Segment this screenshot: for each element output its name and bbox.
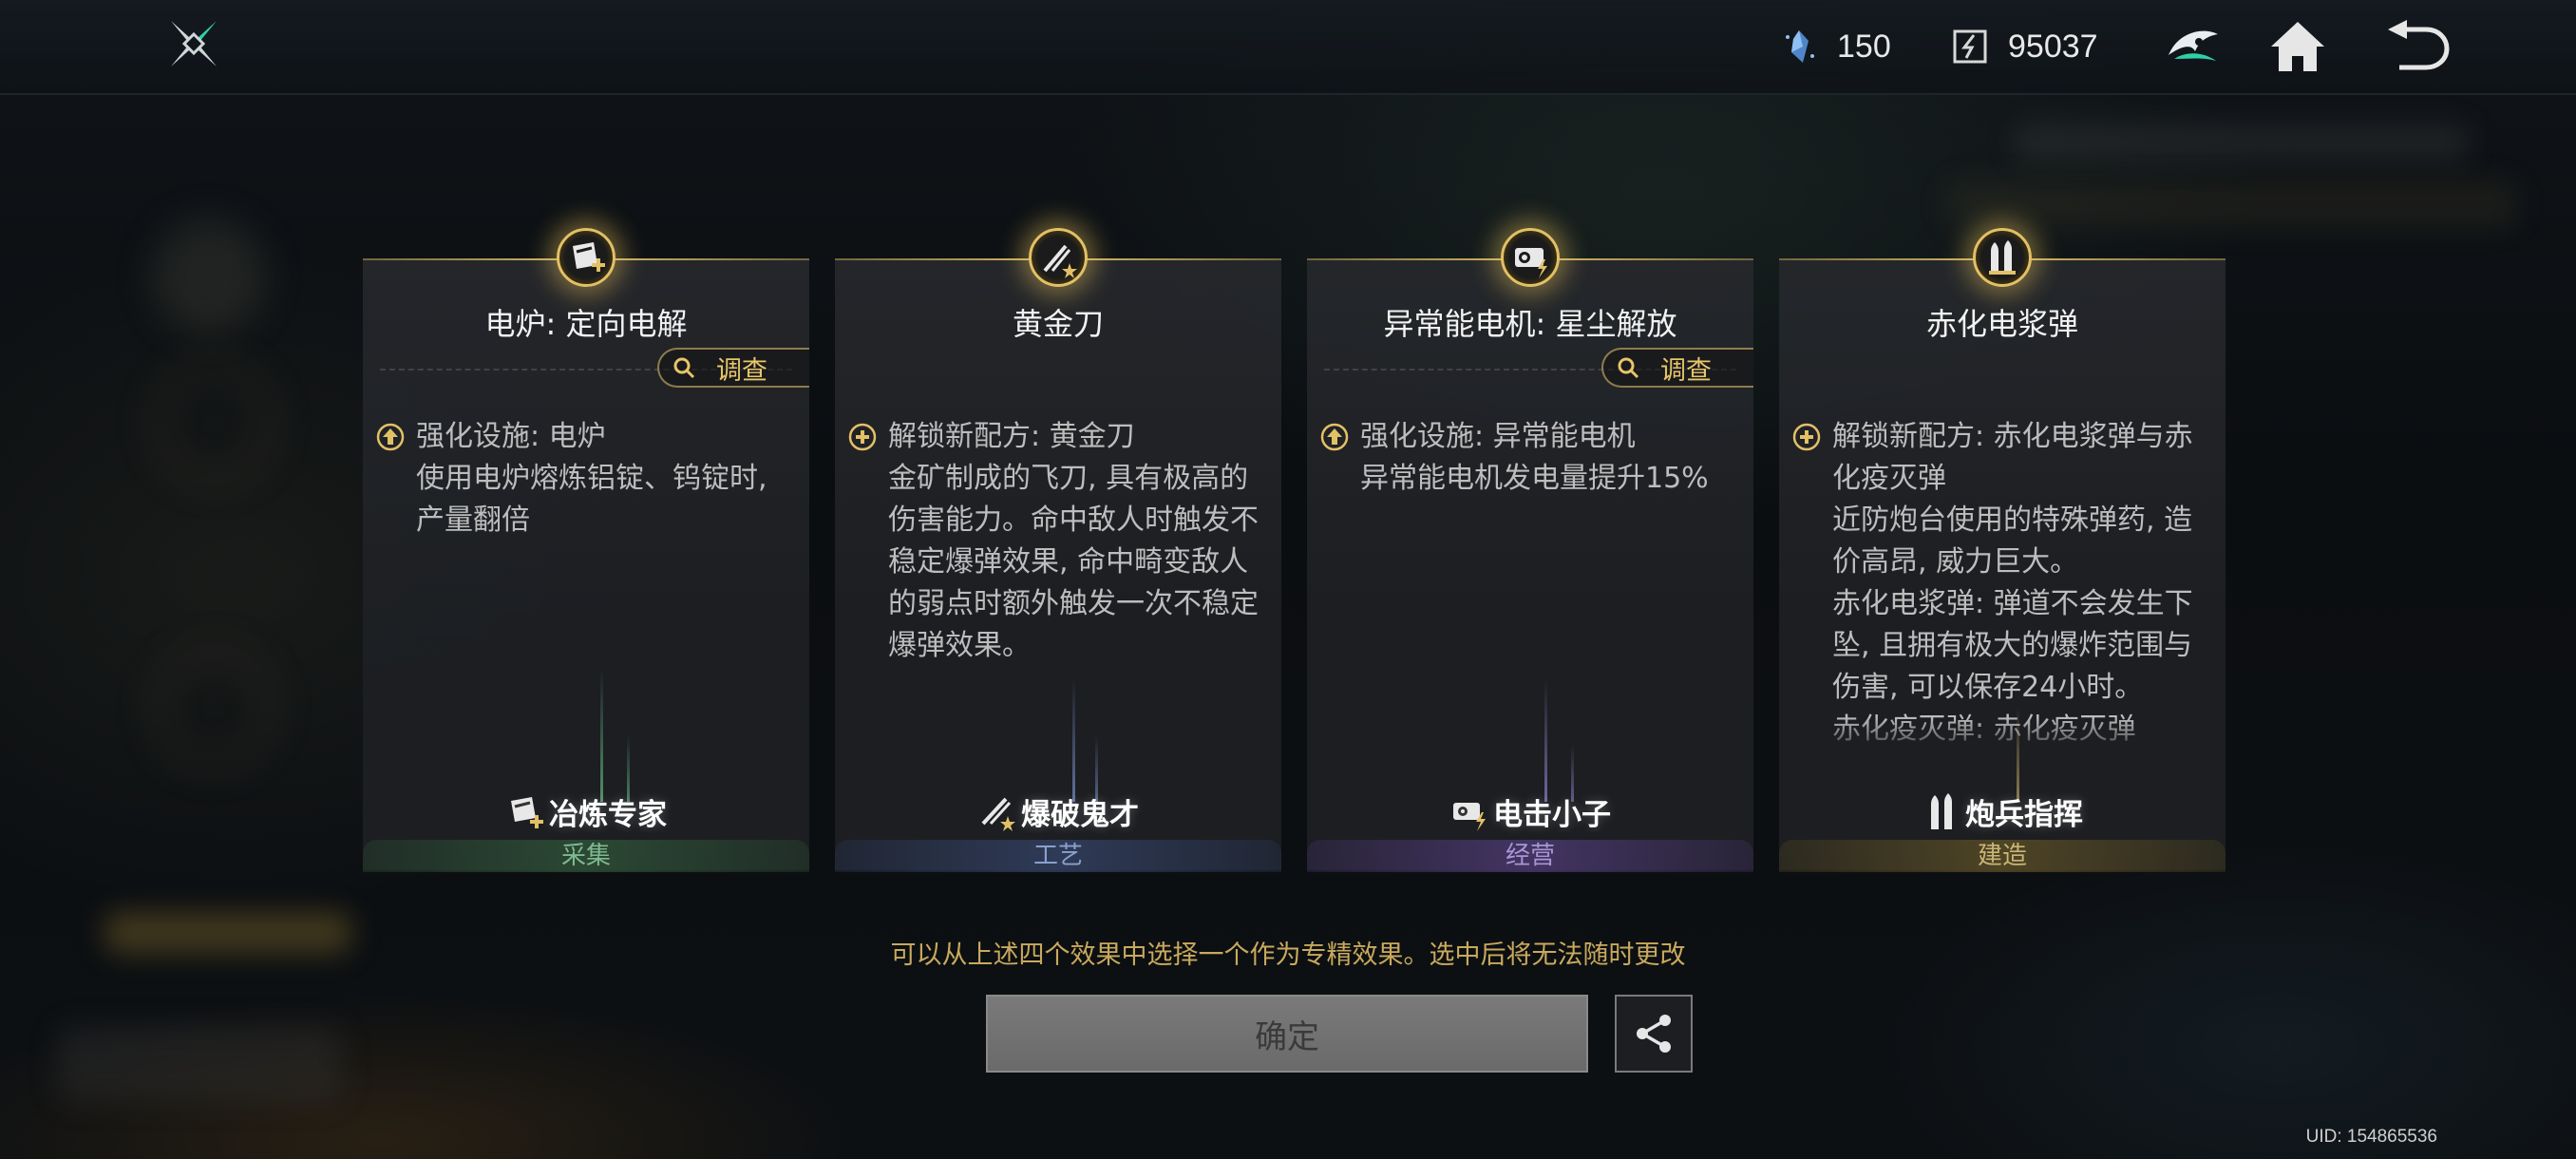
user-id: UID: 154865536 — [2305, 1127, 2437, 1147]
furnace-upgrade-icon — [573, 242, 605, 272]
effect-description: 解锁新配方: 黄金刀 金矿制成的飞刀, 具有极高的伤害能力。命中敌人时触发不稳定… — [888, 420, 1259, 662]
energy-resource: 150 — [1780, 23, 1891, 70]
specialist-name: 电击小子 — [1493, 797, 1611, 832]
share-button[interactable] — [1615, 995, 1693, 1073]
energy-value: 150 — [1837, 28, 1891, 65]
specialist-tag: 冶炼专家 — [363, 790, 809, 832]
investigate-button[interactable]: 调查 — [657, 348, 809, 388]
card-title: 黄金刀 — [1012, 306, 1104, 342]
category-label: 经营 — [1307, 840, 1753, 872]
screen: 150 95037 电炉: 定向电解 调查 强化设施: 电炉 使用电炉熔炼铝锭、… — [0, 0, 2576, 1159]
card-emblem — [1973, 228, 2032, 287]
energy-crystal-icon — [1786, 30, 1814, 63]
demolition-specialist-icon — [981, 797, 1015, 831]
currency-resource: 95037 — [1951, 23, 2098, 70]
back-arrow-icon — [2388, 20, 2450, 70]
decor-glow — [2017, 707, 2019, 802]
effect-card-furnace[interactable]: 电炉: 定向电解 调查 强化设施: 电炉 使用电炉熔炼铝锭、钨锭时, 产量翻倍 … — [363, 228, 809, 872]
specialist-tag: 爆破鬼才 — [835, 790, 1281, 832]
specialist-tag: 电击小子 — [1307, 790, 1753, 832]
specialist-name: 炮兵指挥 — [1965, 797, 2083, 832]
upgrade-arrow-icon — [376, 423, 405, 451]
selection-hint: 可以从上述四个效果中选择一个作为专精效果。选中后将无法随时更改 — [890, 940, 1686, 970]
bg-decoration — [152, 361, 275, 484]
category-label: 建造 — [1779, 840, 2226, 872]
shock-specialist-icon — [1453, 803, 1486, 831]
decor-glow — [1072, 678, 1075, 802]
smelting-specialist-icon — [511, 797, 543, 828]
top-bar: 150 95037 — [0, 0, 2576, 95]
artillery-shell-icon — [1989, 240, 2016, 275]
home-button[interactable] — [2264, 13, 2331, 80]
effect-description[interactable]: 解锁新配方: 赤化电浆弹与赤化疫灭弹 近防炮台使用的特殊弹药, 造价高昂, 威力… — [1832, 416, 2214, 758]
back-button[interactable] — [2384, 13, 2451, 80]
card-emblem — [1501, 228, 1560, 287]
generator-icon — [1515, 248, 1547, 278]
card-title: 电炉: 定向电解 — [484, 306, 688, 342]
unlock-plus-icon — [1792, 423, 1821, 451]
category-label: 工艺 — [835, 840, 1281, 872]
effect-card-plasma-shell[interactable]: 赤化电浆弹 解锁新配方: 赤化电浆弹与赤化疫灭弹 近防炮台使用的特殊弹药, 造价… — [1779, 228, 2226, 872]
bg-decoration — [152, 646, 275, 770]
specialist-name: 爆破鬼才 — [1021, 797, 1139, 832]
specialist-tag: 炮兵指挥 — [1779, 790, 2226, 832]
unlock-plus-icon — [848, 423, 877, 451]
artillery-specialist-icon — [1931, 793, 1952, 829]
card-title: 赤化电浆弹 — [1925, 306, 2078, 342]
decor-glow — [1544, 678, 1547, 802]
golden-blade-icon — [1043, 244, 1077, 278]
bg-decoration — [2014, 124, 2470, 162]
investigate-label: 调查 — [1660, 355, 1712, 386]
faction-emblem-icon — [2169, 30, 2218, 61]
search-icon — [673, 357, 695, 379]
card-title: 异常能电机: 星尘解放 — [1383, 306, 1677, 342]
effect-card-golden-blade[interactable]: 黄金刀 解锁新配方: 黄金刀 金矿制成的飞刀, 具有极高的伤害能力。命中敌人时触… — [835, 228, 1281, 872]
investigate-button[interactable]: 调查 — [1601, 348, 1753, 388]
investigate-label: 调查 — [716, 355, 767, 386]
confirm-button[interactable]: 确定 — [986, 995, 1588, 1073]
effect-description: 强化设施: 异常能电机 异常能电机发电量提升15% — [1360, 420, 1709, 495]
effect-card-anomaly-generator[interactable]: 异常能电机: 星尘解放 调查 强化设施: 异常能电机 异常能电机发电量提升15%… — [1307, 228, 1753, 872]
card-emblem — [1029, 228, 1088, 287]
search-icon — [1618, 357, 1639, 379]
currency-value: 95037 — [2008, 28, 2098, 65]
bg-decoration — [1947, 180, 2517, 228]
card-emblem — [557, 228, 616, 287]
bg-decoration — [152, 218, 266, 332]
bg-decoration — [57, 1026, 342, 1102]
home-icon — [2271, 22, 2324, 71]
game-logo-icon[interactable] — [167, 17, 220, 70]
effect-description: 强化设施: 电炉 使用电炉熔炼铝锭、钨锭时, 产量翻倍 — [416, 420, 767, 537]
category-label: 采集 — [363, 840, 809, 872]
specialist-name: 冶炼专家 — [549, 797, 667, 832]
share-icon — [1637, 1015, 1671, 1053]
upgrade-arrow-icon — [1320, 423, 1349, 451]
faction-emblem-button[interactable] — [2160, 13, 2226, 80]
decor-glow — [600, 669, 603, 802]
currency-chip-icon — [1953, 29, 1987, 64]
